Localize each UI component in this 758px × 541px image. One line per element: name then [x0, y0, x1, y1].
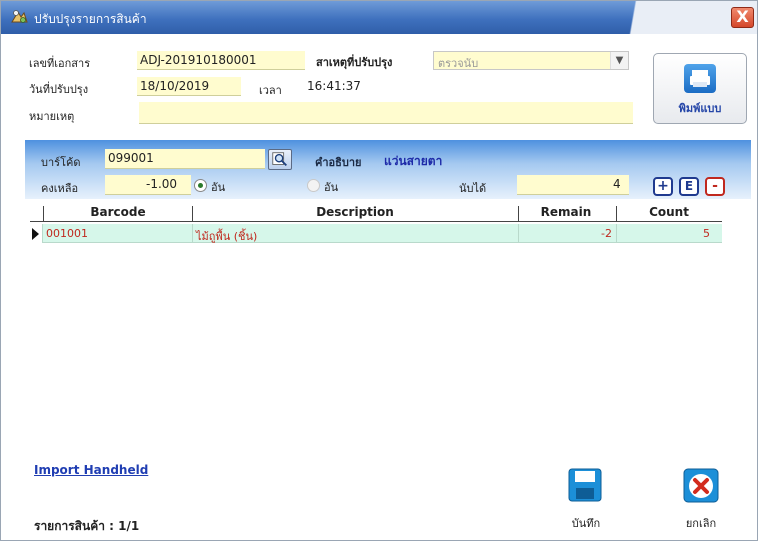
barcode-value: 099001 — [108, 151, 154, 165]
adjust-items-window: ปรับปรุงรายการสินค้า X เลขที่เอกสาร ADJ-… — [0, 0, 758, 541]
col-barcode[interactable]: Barcode — [44, 205, 192, 219]
row-barcode: 001001 — [46, 227, 88, 240]
edit-icon: E — [684, 179, 694, 193]
edit-row-button[interactable]: E — [679, 177, 699, 196]
reason-label: สาเหตุที่ปรับปรุง — [316, 56, 393, 69]
row-pointer-icon — [32, 228, 39, 240]
print-button-label: พิมพ์แบบ — [678, 102, 722, 115]
reason-value: ตรวจนับ — [438, 57, 479, 70]
printer-icon — [684, 64, 716, 93]
title-bar: ปรับปรุงรายการสินค้า X — [1, 1, 757, 34]
counted-value: 4 — [613, 177, 621, 191]
col-count[interactable]: Count — [620, 205, 718, 219]
unit-radio-2-label: อัน — [324, 181, 339, 194]
counted-label: นับได้ — [459, 182, 487, 195]
unit-radio-1-label: อัน — [211, 181, 226, 194]
time-label: เวลา — [259, 84, 282, 97]
close-button[interactable]: X — [731, 7, 754, 28]
col-description[interactable]: Description — [192, 205, 518, 219]
window-title: ปรับปรุงรายการสินค้า — [34, 12, 147, 26]
row-count: 5 — [703, 227, 710, 240]
note-field[interactable] — [139, 102, 633, 124]
unit-radio-2[interactable] — [307, 179, 320, 192]
magnifier-icon — [272, 152, 287, 167]
plus-icon: + — [657, 178, 669, 194]
add-row-button[interactable]: + — [653, 177, 673, 196]
unit-radio-1[interactable] — [194, 179, 207, 192]
description-value: แว่นสายตา — [384, 154, 443, 168]
remove-row-button[interactable]: - — [705, 177, 725, 196]
remain-value: -1.00 — [146, 177, 178, 191]
import-handheld-link[interactable]: Import Handheld — [34, 463, 148, 477]
remain-label: คงเหลือ — [41, 182, 79, 195]
row-selector[interactable] — [30, 224, 43, 243]
description-label: คำอธิบาย — [315, 156, 362, 169]
save-icon[interactable] — [566, 468, 606, 504]
date-label: วันที่ปรับปรุง — [29, 83, 89, 96]
date-value: 18/10/2019 — [140, 79, 210, 93]
save-button-label[interactable]: บันทึก — [556, 514, 616, 532]
cancel-icon[interactable] — [681, 468, 721, 504]
minus-icon: - — [712, 178, 718, 194]
note-label: หมายเหตุ — [29, 110, 75, 123]
item-count: รายการสินค้า : 1/1 — [34, 519, 140, 533]
table-header: Barcode Description Remain Count — [30, 204, 722, 222]
col-remain[interactable]: Remain — [518, 205, 614, 219]
doc-no-label: เลขที่เอกสาร — [29, 57, 91, 70]
doc-no-value: ADJ-201910180001 — [140, 53, 257, 67]
reason-select[interactable]: ตรวจนับ ▼ — [433, 51, 629, 70]
row-description: ไม้ถูพื้น (ชิ้น) — [196, 230, 258, 243]
cancel-button-label[interactable]: ยกเลิก — [671, 514, 731, 532]
barcode-label: บาร์โค้ด — [41, 156, 81, 169]
search-button[interactable] — [268, 149, 292, 170]
row-remain: -2 — [601, 227, 612, 240]
chevron-down-icon[interactable]: ▼ — [610, 52, 628, 69]
app-icon — [11, 10, 28, 23]
table-row[interactable]: 001001 ไม้ถูพื้น (ชิ้น) -2 5 — [30, 224, 722, 243]
time-value: 16:41:37 — [307, 79, 361, 93]
items-table[interactable]: Barcode Description Remain Count 001001 … — [30, 204, 722, 446]
print-button[interactable]: พิมพ์แบบ — [653, 53, 747, 124]
